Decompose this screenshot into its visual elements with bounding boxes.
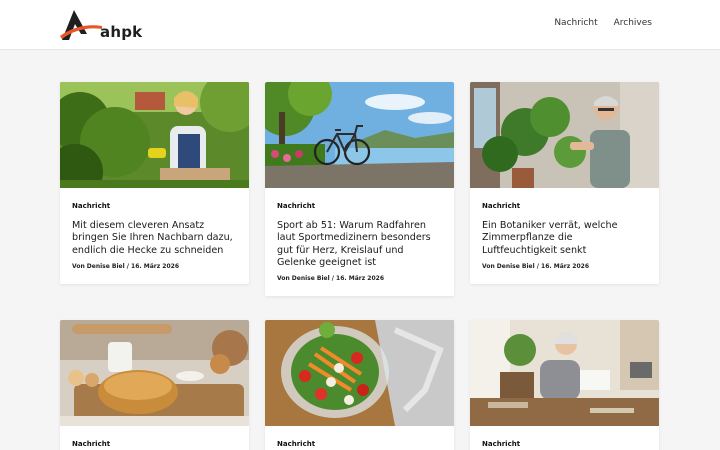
site-logo[interactable]: ahpk: [60, 8, 142, 42]
article-card[interactable]: Nachricht: [60, 320, 249, 450]
logo-mark-icon: [60, 10, 102, 40]
card-meta: Von Denise Biel / 16. März 2026: [72, 262, 180, 270]
main-nav: Nachricht Archives: [554, 18, 652, 28]
card-category[interactable]: Nachricht: [277, 202, 442, 210]
article-card[interactable]: Nachricht: [470, 320, 659, 450]
card-title[interactable]: Mit diesem cleveren Ansatz bringen Sie I…: [72, 220, 237, 257]
card-category[interactable]: Nachricht: [482, 440, 647, 448]
card-title[interactable]: Ein Botaniker verrät, welche Zimmerpflan…: [482, 220, 647, 257]
site-header: ahpk Nachricht Archives: [0, 0, 720, 50]
man-with-houseplants-photo[interactable]: [470, 82, 659, 188]
card-title[interactable]: Sport ab 51: Warum Radfahren laut Sportm…: [277, 220, 442, 269]
card-category[interactable]: Nachricht: [277, 440, 442, 448]
nav-item-nachricht[interactable]: Nachricht: [554, 18, 597, 28]
card-category[interactable]: Nachricht: [482, 202, 647, 210]
card-meta: Von Denise Biel / 16. März 2026: [277, 275, 385, 283]
card-category[interactable]: Nachricht: [72, 440, 237, 448]
logo-text: ahpk: [100, 23, 143, 41]
salad-bowl-photo[interactable]: [265, 320, 454, 426]
woman-trimming-hedge-photo[interactable]: [60, 82, 249, 188]
article-card[interactable]: Nachricht: [265, 320, 454, 450]
bread-on-board-photo[interactable]: [60, 320, 249, 426]
card-category[interactable]: Nachricht: [72, 202, 237, 210]
nav-item-archives[interactable]: Archives: [614, 18, 652, 28]
woman-with-letter-photo[interactable]: [470, 320, 659, 426]
card-meta: Von Denise Biel / 16. März 2026: [482, 262, 590, 270]
article-card[interactable]: Nachricht Sport ab 51: Warum Radfahren l…: [265, 82, 454, 297]
bicycle-by-river-photo[interactable]: [265, 82, 454, 188]
article-card[interactable]: Nachricht Mit diesem cleveren Ansatz bri…: [60, 82, 249, 284]
article-card[interactable]: Nachricht Ein Botaniker verrät, welche Z…: [470, 82, 659, 284]
